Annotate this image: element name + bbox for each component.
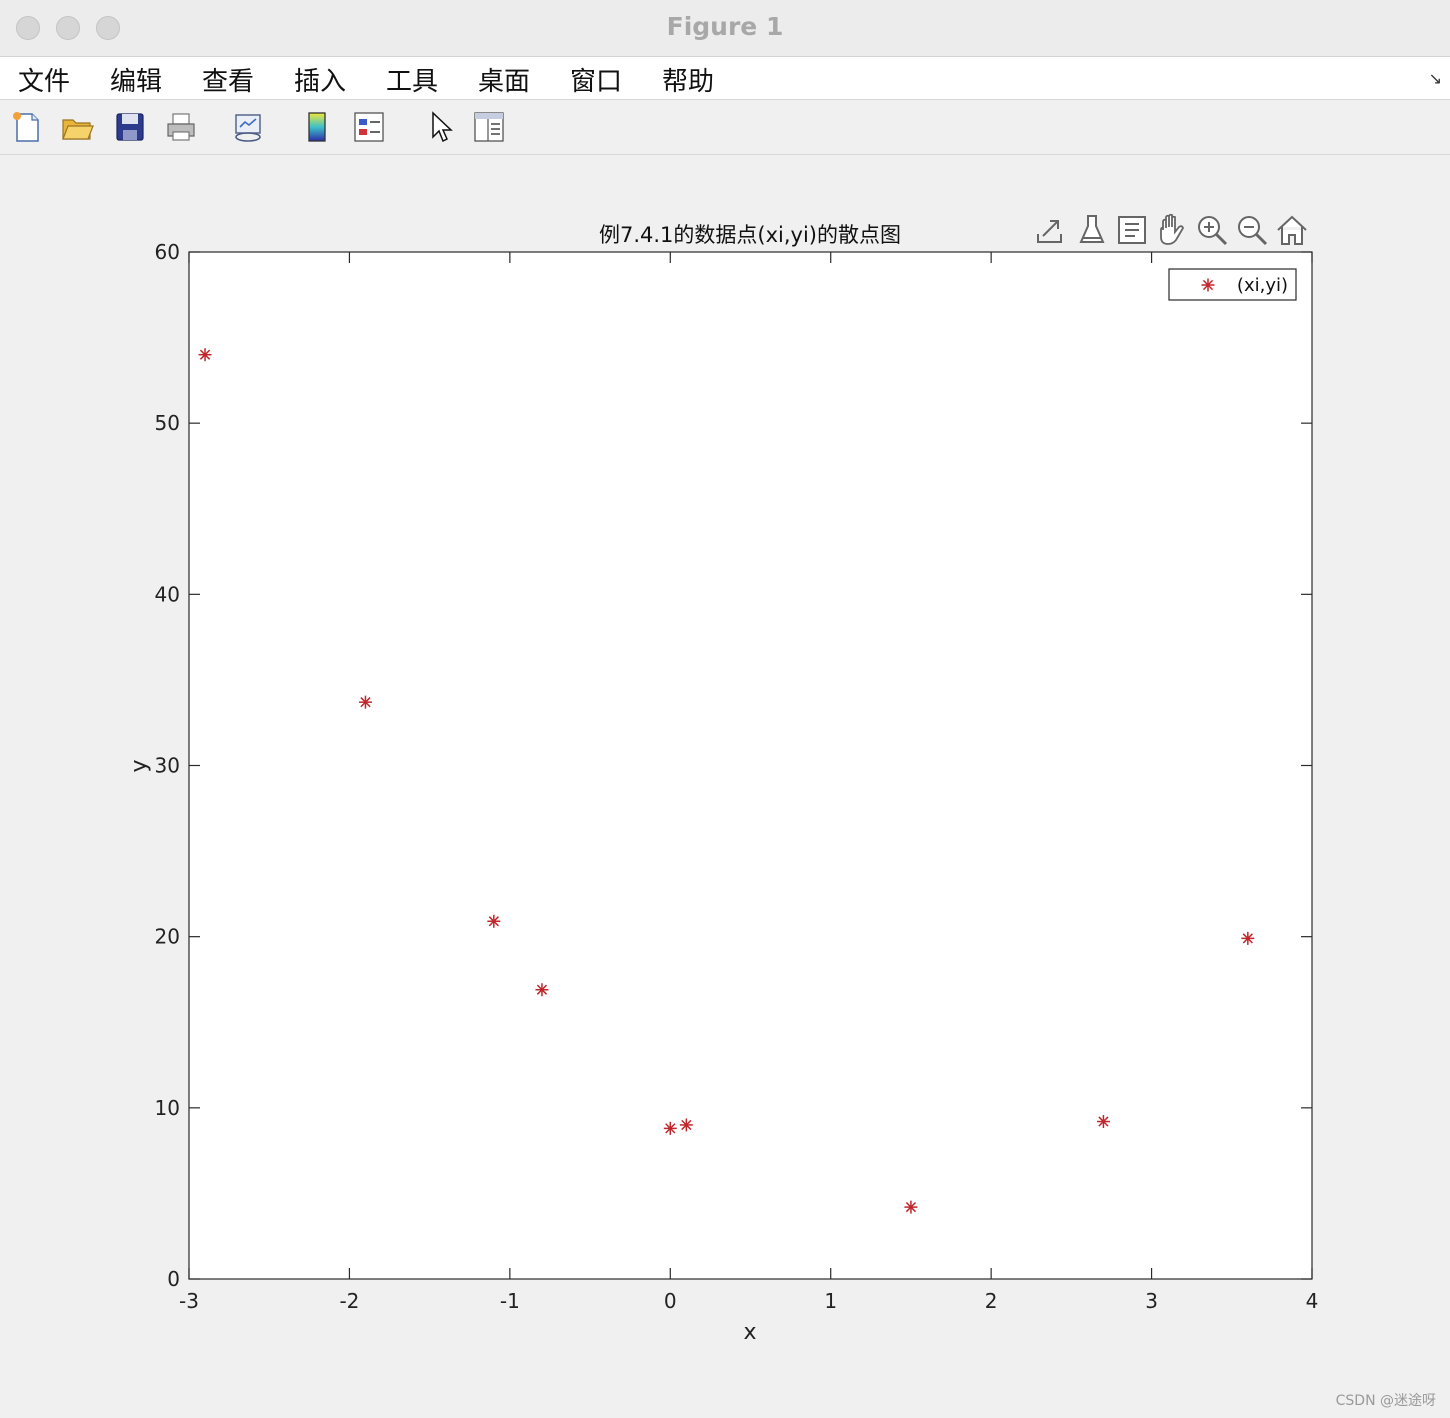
y-tick-label: 50 bbox=[155, 411, 180, 435]
x-axis-label: x bbox=[743, 1320, 756, 1345]
data-point bbox=[679, 1118, 693, 1132]
y-tick-label: 30 bbox=[155, 754, 180, 778]
legend-marker bbox=[1201, 278, 1215, 292]
x-tick-label: 3 bbox=[1145, 1289, 1158, 1313]
data-point bbox=[198, 348, 212, 362]
x-tick-label: 2 bbox=[985, 1289, 998, 1313]
legend-marker-star bbox=[1201, 278, 1215, 292]
x-tick-label: 0 bbox=[664, 1289, 677, 1313]
figure-window: Figure 1 文件 编辑 查看 插入 工具 桌面 窗口 帮助 ↘ 例7.4.… bbox=[0, 0, 1450, 1418]
y-tick-label: 60 bbox=[155, 240, 180, 264]
axes-box[interactable] bbox=[188, 251, 1313, 1280]
x-tick-label: -2 bbox=[339, 1289, 359, 1313]
data-point bbox=[1096, 1115, 1110, 1129]
x-tick-label: -1 bbox=[500, 1289, 520, 1313]
y-axis-label: y bbox=[127, 759, 152, 772]
watermark: CSDN @迷途呀 bbox=[1335, 1393, 1436, 1409]
data-point bbox=[487, 914, 501, 928]
x-tick-label: 4 bbox=[1306, 1289, 1319, 1313]
x-tick-label: -3 bbox=[179, 1289, 199, 1313]
data-point bbox=[535, 983, 549, 997]
y-tick-label: 20 bbox=[155, 925, 180, 949]
data-point bbox=[1241, 931, 1255, 945]
legend[interactable]: (xi,yi) bbox=[1168, 268, 1297, 301]
data-point bbox=[663, 1121, 677, 1135]
y-tick-label: 10 bbox=[155, 1096, 180, 1120]
x-tick-label: 1 bbox=[824, 1289, 837, 1313]
data-point bbox=[358, 695, 372, 709]
scatter-plot: -3 -2 -1 0 1 2 3 4 0 10 20 30 40 50 60 x y (xi,yi) bbox=[127, 240, 1319, 1345]
legend-entry: (xi,yi) bbox=[1237, 275, 1288, 296]
data-point bbox=[904, 1200, 918, 1214]
y-tick-label: 0 bbox=[167, 1267, 180, 1291]
y-tick-label: 40 bbox=[155, 582, 180, 606]
